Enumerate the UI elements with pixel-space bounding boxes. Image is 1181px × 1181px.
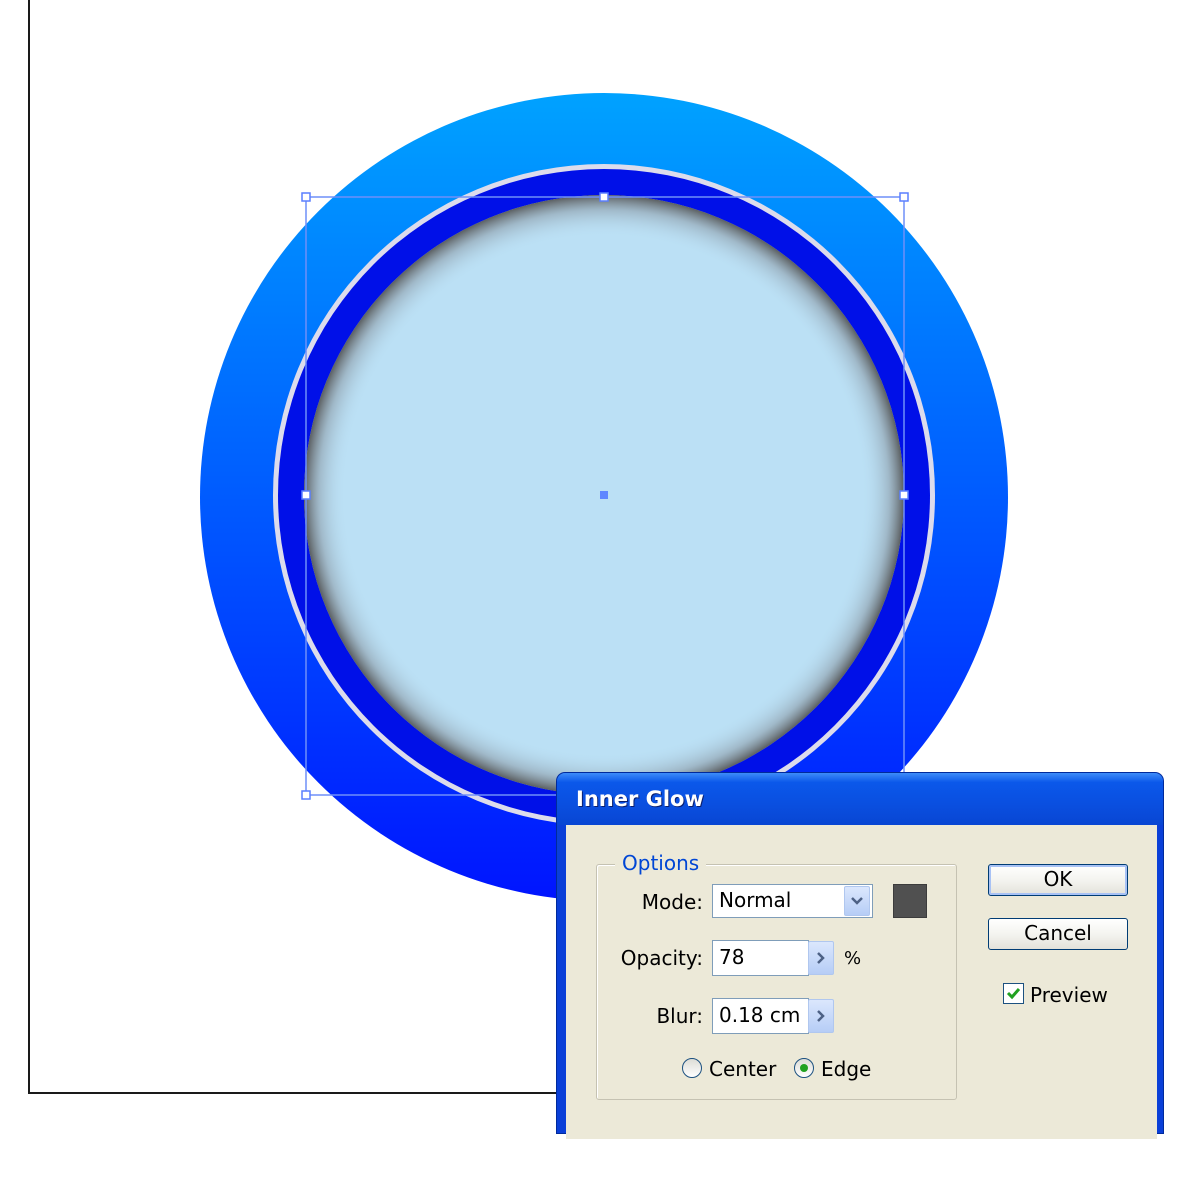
dialog-body: Options Mode: Normal Opacity: 78 % Blur:…: [566, 825, 1157, 1139]
cancel-button[interactable]: Cancel: [988, 918, 1128, 950]
options-legend: Options: [615, 851, 707, 875]
preview-label[interactable]: Preview: [1030, 983, 1108, 1007]
center-point: [600, 491, 608, 499]
dialog-titlebar[interactable]: Inner Glow: [557, 773, 1163, 825]
blur-input[interactable]: 0.18 cm: [712, 998, 809, 1034]
radio-dot-icon: [800, 1064, 808, 1072]
opacity-label: Opacity:: [620, 946, 703, 970]
ok-button[interactable]: OK: [988, 864, 1128, 896]
checkmark-icon: [1006, 988, 1021, 1000]
options-group: Options Mode: Normal Opacity: 78 % Blur:…: [596, 851, 957, 1100]
handle-top-left[interactable]: [301, 192, 311, 202]
opacity-input[interactable]: 78: [712, 940, 809, 976]
inner-glow-dialog: Inner Glow Options Mode: Normal Opacity:…: [557, 773, 1163, 1139]
opacity-unit: %: [844, 948, 862, 969]
radio-center[interactable]: [682, 1058, 702, 1078]
handle-left[interactable]: [301, 490, 311, 500]
chevron-right-icon[interactable]: [808, 999, 834, 1033]
radio-edge[interactable]: [794, 1058, 814, 1078]
handle-top-right[interactable]: [899, 192, 909, 202]
mode-value: Normal: [719, 888, 792, 912]
blur-label: Blur:: [656, 1004, 703, 1028]
blur-value: 0.18 cm: [719, 1003, 801, 1027]
preview-checkbox[interactable]: [1003, 983, 1024, 1004]
chevron-down-icon[interactable]: [844, 886, 870, 916]
handle-top[interactable]: [599, 192, 609, 202]
opacity-value: 78: [719, 945, 745, 969]
handle-right[interactable]: [899, 490, 909, 500]
handle-bottom-left[interactable]: [301, 790, 311, 800]
mode-label: Mode:: [641, 890, 703, 914]
radio-edge-label[interactable]: Edge: [821, 1057, 871, 1081]
chevron-right-icon[interactable]: [808, 941, 834, 975]
dialog-title: Inner Glow: [576, 787, 704, 811]
radio-center-label[interactable]: Center: [709, 1057, 776, 1081]
glow-color-swatch[interactable]: [893, 884, 927, 918]
